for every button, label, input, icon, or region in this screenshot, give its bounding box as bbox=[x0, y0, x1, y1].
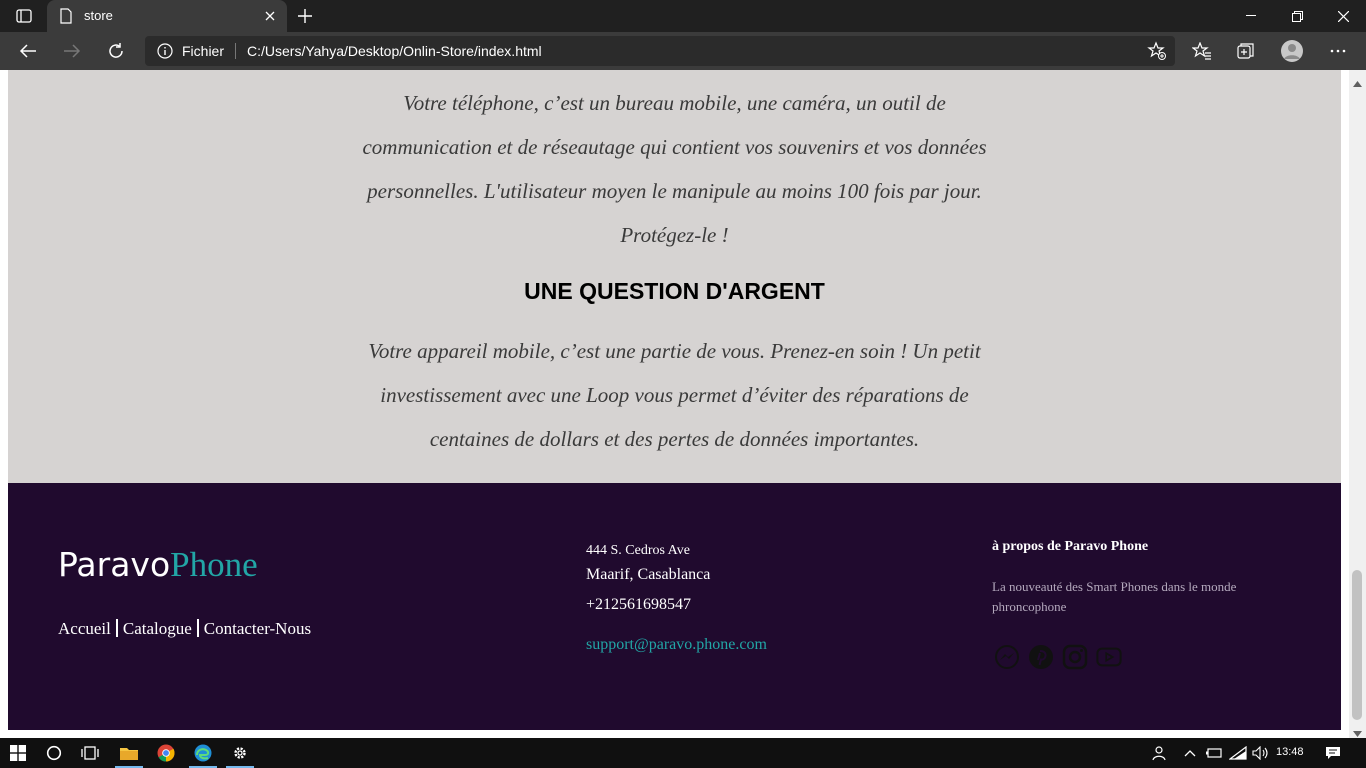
address-bar[interactable]: Fichier C:/Users/Yahya/Desktop/Onlin-Sto… bbox=[145, 36, 1175, 66]
add-favorite-icon[interactable] bbox=[1147, 41, 1167, 66]
footer-link-contact[interactable]: Contacter-Nous bbox=[204, 619, 311, 638]
site-info-icon[interactable] bbox=[157, 43, 173, 64]
browser-toolbar: Fichier C:/Users/Yahya/Desktop/Onlin-Sto… bbox=[0, 32, 1366, 70]
page-viewport: Votre téléphone, c’est un bureau mobile,… bbox=[0, 70, 1366, 738]
address-line-2: Maarif, Casablanca bbox=[586, 566, 711, 583]
edge-icon[interactable] bbox=[185, 738, 221, 768]
site-footer: ParavoPhone Accueil Catalogue Contacter-No… bbox=[8, 483, 1341, 730]
paragraph-line: Protégez-le ! bbox=[620, 223, 729, 247]
instagram-icon[interactable] bbox=[1062, 644, 1088, 670]
logo-text-phone: Phone bbox=[170, 545, 258, 584]
messenger-icon[interactable] bbox=[994, 644, 1020, 670]
people-icon[interactable] bbox=[1150, 743, 1170, 763]
footer-logo[interactable]: ParavoPhone bbox=[58, 545, 258, 585]
footer-nav: Accueil Catalogue Contacter-Nous bbox=[58, 619, 311, 639]
profile-avatar[interactable] bbox=[1276, 35, 1308, 67]
scrollbar-thumb[interactable] bbox=[1352, 570, 1362, 720]
task-view-icon[interactable] bbox=[72, 738, 108, 768]
browser-tab-bar: store bbox=[0, 0, 1366, 32]
tab-actions-icon[interactable] bbox=[8, 6, 40, 26]
section-heading: UNE QUESTION D'ARGENT bbox=[524, 278, 825, 304]
taskbar-clock[interactable]: 13:48 bbox=[1276, 746, 1304, 758]
close-window-button[interactable] bbox=[1320, 0, 1366, 32]
url-text[interactable]: C:/Users/Yahya/Desktop/Onlin-Store/index… bbox=[247, 43, 542, 59]
minimize-button[interactable] bbox=[1228, 0, 1274, 32]
paragraph-line: communication et de réseautage qui conti… bbox=[362, 135, 987, 159]
address-separator bbox=[235, 43, 236, 59]
scroll-down-icon[interactable] bbox=[1353, 724, 1362, 738]
refresh-button[interactable] bbox=[100, 35, 132, 67]
more-options-icon[interactable] bbox=[1322, 35, 1354, 67]
new-tab-button[interactable] bbox=[294, 5, 316, 27]
paragraph-line: centaines de dollars et des pertes de do… bbox=[429, 427, 920, 451]
paragraph-line: investissement avec une Loop vous permet… bbox=[380, 383, 969, 407]
file-scheme-label: Fichier bbox=[182, 43, 225, 59]
restore-button[interactable] bbox=[1274, 0, 1320, 32]
phone-number: +212561698547 bbox=[586, 596, 692, 613]
tab-title: store bbox=[84, 8, 113, 23]
footer-link-catalogue[interactable]: Catalogue bbox=[123, 619, 192, 638]
social-links bbox=[994, 644, 1122, 670]
about-title: à propos de Paravo Phone bbox=[992, 539, 1149, 554]
volume-icon[interactable] bbox=[1251, 743, 1271, 763]
collections-icon[interactable] bbox=[1230, 35, 1262, 67]
paragraph-line: Votre téléphone, c’est un bureau mobile,… bbox=[403, 91, 946, 115]
windows-start-icon[interactable] bbox=[0, 738, 36, 768]
settings-gear-icon[interactable] bbox=[222, 738, 258, 768]
wifi-icon[interactable] bbox=[1228, 743, 1248, 763]
scroll-up-icon[interactable] bbox=[1353, 74, 1362, 92]
page-icon bbox=[59, 8, 73, 29]
paragraph-line: Votre appareil mobile, c’est une partie … bbox=[368, 339, 981, 363]
logo-text-paravo: Paravo bbox=[58, 545, 171, 584]
youtube-icon[interactable] bbox=[1096, 644, 1122, 670]
intro-paragraph: Votre téléphone, c’est un bureau mobile,… bbox=[8, 81, 1341, 257]
search-circle-icon[interactable] bbox=[36, 738, 72, 768]
content-section: Votre téléphone, c’est un bureau mobile,… bbox=[8, 70, 1341, 483]
footer-link-accueil[interactable]: Accueil bbox=[58, 619, 111, 638]
close-tab-icon[interactable] bbox=[261, 7, 279, 25]
browser-tab[interactable]: store bbox=[47, 0, 287, 32]
forward-button[interactable] bbox=[56, 35, 88, 67]
chevron-up-icon[interactable] bbox=[1180, 743, 1200, 763]
about-text: La nouveauté des Smart Phones dans le mo… bbox=[992, 579, 1237, 614]
pinterest-icon[interactable] bbox=[1028, 644, 1054, 670]
notifications-icon[interactable] bbox=[1323, 743, 1343, 763]
nav-separator bbox=[196, 619, 199, 637]
favorites-icon[interactable] bbox=[1186, 35, 1218, 67]
windows-taskbar: 13:48 bbox=[0, 738, 1366, 768]
support-email-link[interactable]: support@paravo.phone.com bbox=[586, 636, 767, 654]
vertical-scrollbar[interactable] bbox=[1349, 70, 1366, 738]
battery-icon[interactable] bbox=[1204, 743, 1224, 763]
paragraph-line: personnelles. L'utilisateur moyen le man… bbox=[367, 179, 982, 203]
money-paragraph: Votre appareil mobile, c’est une partie … bbox=[8, 329, 1341, 461]
address-line-1: 444 S. Cedros Ave bbox=[586, 543, 690, 558]
back-button[interactable] bbox=[12, 35, 44, 67]
file-explorer-icon[interactable] bbox=[111, 738, 147, 768]
nav-separator bbox=[115, 619, 118, 637]
chrome-icon[interactable] bbox=[148, 738, 184, 768]
